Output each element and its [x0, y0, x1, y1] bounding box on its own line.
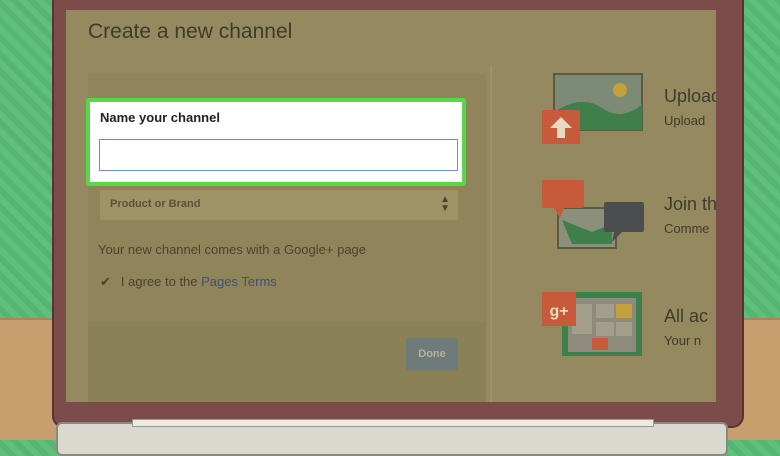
channel-name-section: Name your channel: [86, 98, 466, 186]
channel-name-input[interactable]: [99, 139, 458, 171]
pages-terms-link[interactable]: Pages Terms: [201, 274, 277, 289]
laptop-base: [56, 422, 728, 456]
laptop-screen: Create a new channel Name your channel P…: [66, 10, 716, 402]
svg-text:g+: g+: [549, 303, 568, 320]
select-arrows-icon: ▲ ▼: [440, 194, 450, 214]
category-select[interactable]: Product or Brand ▲ ▼: [100, 190, 458, 220]
feature-join: Join th Comme: [542, 180, 716, 270]
google-plus-info: Your new channel comes with a Google+ pa…: [98, 242, 367, 257]
upload-icon: [542, 73, 643, 144]
checkmark-icon[interactable]: ✔: [100, 274, 111, 289]
feature-join-title: Join th: [664, 194, 716, 214]
feature-all-activity-subtitle: Your n: [664, 333, 702, 348]
feature-join-subtitle: Comme: [664, 221, 710, 236]
dialog-title: Create a new channel: [88, 20, 293, 43]
agree-text: I agree to the: [120, 274, 202, 289]
laptop-hinge: [132, 419, 654, 427]
done-button[interactable]: Done: [406, 338, 458, 370]
comments-map-icon: [542, 180, 644, 249]
channel-name-label: Name your channel: [100, 110, 220, 125]
feature-upload-subtitle: Upload: [664, 113, 706, 128]
feature-upload: Upload Upload: [542, 72, 716, 162]
feature-all-activity: g+ All ac Your n: [542, 292, 716, 382]
feature-upload-title: Upload: [664, 86, 716, 106]
agree-row: ✔ I agree to the Pages Terms: [100, 274, 277, 290]
category-select-value: Product or Brand: [110, 198, 201, 210]
google-plus-page-icon: g+: [542, 292, 642, 356]
column-divider: [490, 66, 492, 402]
feature-all-activity-title: All ac: [664, 306, 709, 326]
